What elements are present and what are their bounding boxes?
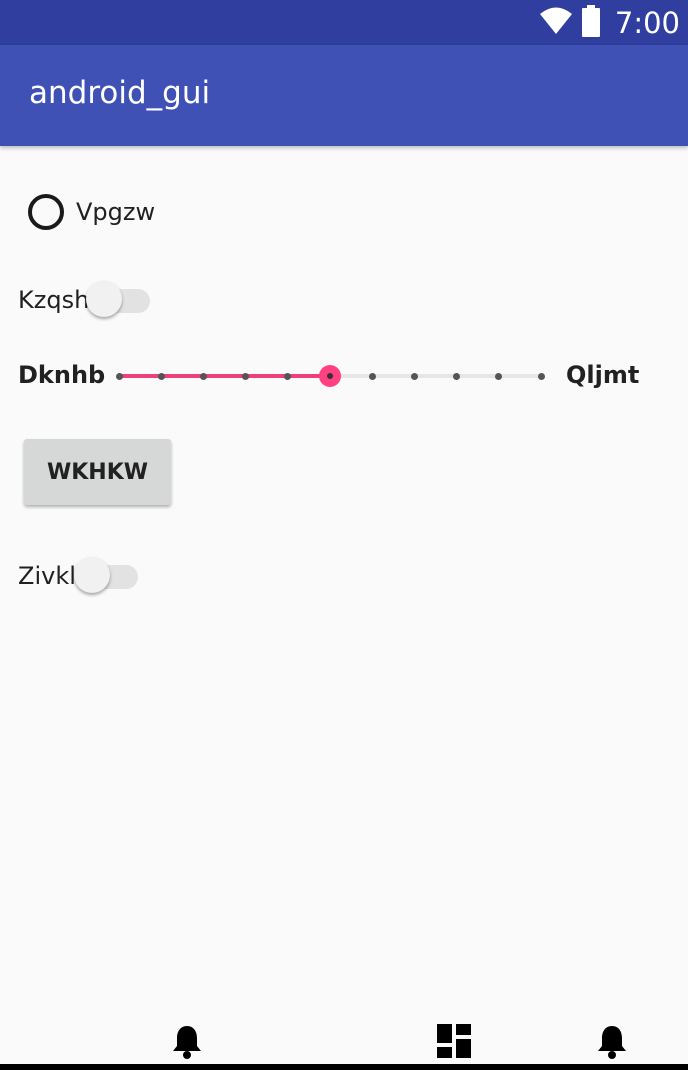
switch-row-zivkl[interactable]: Zivkl bbox=[18, 556, 140, 596]
app-bar: android_gui bbox=[0, 45, 688, 146]
slider-tick bbox=[453, 373, 461, 380]
slider-tick bbox=[368, 373, 376, 380]
slider-tick bbox=[537, 373, 545, 380]
slider-tick bbox=[199, 373, 207, 380]
slider-tick bbox=[495, 373, 503, 380]
radio-option-vpgzw[interactable]: Vpgzw bbox=[28, 192, 155, 232]
switch-label: Zivkl bbox=[18, 562, 76, 590]
seek-bar[interactable] bbox=[110, 356, 550, 396]
slider-fill bbox=[119, 374, 330, 378]
slider-min-label: Dknhb bbox=[18, 361, 106, 389]
slider-tick bbox=[115, 373, 123, 380]
bell-icon[interactable] bbox=[596, 1024, 628, 1064]
slider-tick bbox=[242, 373, 250, 380]
slider-max-label: Qljmt bbox=[566, 361, 640, 389]
switch-toggle[interactable] bbox=[73, 556, 140, 596]
battery-icon bbox=[581, 5, 601, 41]
switch-row-kzqsh[interactable]: Kzqsh bbox=[18, 280, 152, 320]
wkhkw-button[interactable]: WKHKW bbox=[24, 439, 171, 505]
bottom-nav bbox=[0, 1020, 688, 1070]
switch-thumb[interactable] bbox=[73, 557, 110, 593]
radio-label: Vpgzw bbox=[76, 198, 156, 226]
radio-button-icon[interactable] bbox=[28, 194, 64, 230]
bottom-edge bbox=[0, 1064, 688, 1070]
clock: 7:00 bbox=[614, 6, 680, 40]
status-bar: 7:00 bbox=[0, 0, 688, 45]
wifi-icon bbox=[539, 7, 573, 39]
slider-thumb[interactable] bbox=[319, 365, 341, 387]
app-title: android_gui bbox=[29, 75, 211, 111]
status-icons: 7:00 bbox=[539, 5, 680, 41]
slider-tick bbox=[410, 373, 418, 380]
switch-toggle[interactable] bbox=[86, 280, 152, 320]
switch-label: Kzqsh bbox=[18, 286, 90, 314]
slider-tick bbox=[157, 373, 165, 380]
dashboard-icon[interactable] bbox=[437, 1024, 471, 1062]
bell-icon[interactable] bbox=[171, 1024, 203, 1064]
slider-tick bbox=[284, 373, 292, 380]
